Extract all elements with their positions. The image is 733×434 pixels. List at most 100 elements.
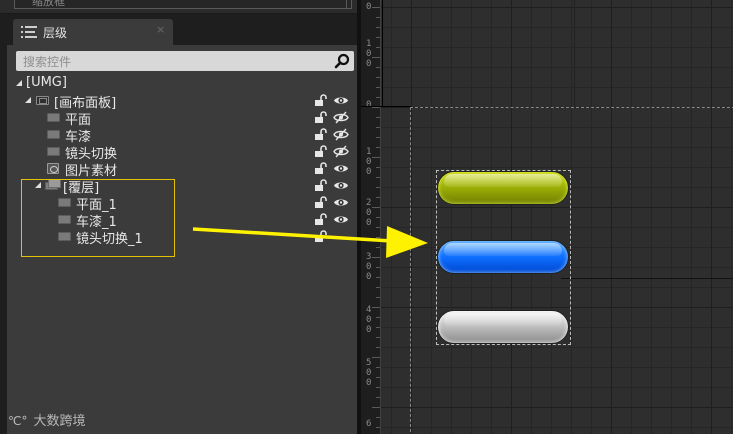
ruler-tick [376,117,380,118]
ruler-tick [376,177,380,178]
expand-arrow-icon[interactable] [25,97,31,103]
ruler-tick [376,37,380,38]
watermark-text: 大数跨境 [33,414,86,429]
visibility-eye-icon[interactable] [333,162,349,175]
tree-item-camera-switch-1[interactable]: 镜头切换_1 [7,228,357,247]
ruler-tick [376,367,380,368]
ruler-tick [376,127,380,128]
ruler-tick-label: 2 [366,198,372,208]
button-widget-icon [58,232,71,241]
preview-button-paint[interactable] [437,240,569,274]
ruler-tick [376,277,380,278]
ruler-tick [372,357,380,358]
lock-open-icon[interactable] [314,179,327,192]
ruler-tick-label: 0 [366,315,372,325]
canvas-bounds-top [410,107,733,108]
tree-item-canvas-panel[interactable]: [画布面板] [7,92,357,111]
ruler-tick [376,147,380,148]
expand-arrow-icon[interactable] [16,80,22,86]
tree-item-label: [UMG] [26,75,67,90]
ruler-tick [376,327,380,328]
ruler-tick [376,267,380,268]
visibility-eye-hidden-icon[interactable] [333,111,349,124]
ruler-tick [376,167,380,168]
search-widgets-input[interactable]: 搜索控件 [16,51,354,71]
preview-button-camera-switch[interactable] [437,310,569,344]
watermark-logo: ℃° [8,414,28,428]
tree-item-plane[interactable]: 平面 [7,109,357,128]
tree-item-paint[interactable]: 车漆 [7,126,357,145]
visibility-eye-icon[interactable] [333,179,349,192]
ruler-tick [376,247,380,248]
ruler-tick [376,347,380,348]
ruler-tick-label: 6 [366,419,372,429]
canvas-panel-icon [36,96,49,105]
button-widget-icon [47,113,60,122]
ruler-tick-label: 4 [366,305,372,315]
ruler-tick-label: 0 [366,262,372,272]
ruler-tick [376,47,380,48]
ruler-tick-label: 0 [366,272,372,282]
tree-item-plane-1[interactable]: 平面_1 [7,194,357,213]
search-icon[interactable] [334,53,350,69]
visibility-eye-icon[interactable] [333,196,349,209]
ruler-tick [376,387,380,388]
ruler-tick [372,7,380,8]
ruler-tick [376,27,380,28]
ruler-tick [376,217,380,218]
preview-button-plane[interactable] [437,171,569,205]
tree-item-camera-switch[interactable]: 镜头切换 [7,143,357,162]
tree-item-umg[interactable]: [UMG] [7,75,357,92]
lock-open-icon[interactable] [314,128,327,141]
button-widget-icon [58,198,71,207]
visibility-eye-icon[interactable] [333,94,349,107]
visibility-eye-icon[interactable] [333,213,349,226]
watermark: ℃° 大数跨境 [8,410,86,429]
ruler-tick [372,257,380,258]
ruler-tick-label: 0 [366,2,372,12]
origin-vertical-line [382,0,383,107]
expand-arrow-icon[interactable] [35,182,41,188]
canvas-bounds-left [410,107,411,434]
ruler-tick [372,107,380,108]
ruler-tick [376,77,380,78]
tab-close-icon[interactable]: × [156,23,165,36]
tab-hierarchy[interactable]: 层级 × [13,19,173,45]
ruler-tick [372,407,380,408]
ruler-tick-label: 0 [366,325,372,335]
lock-open-icon[interactable] [314,94,327,107]
ruler-tick-label: 0 [366,218,372,228]
search-placeholder: 搜索控件 [23,55,72,69]
previous-panel-border [346,0,347,9]
lock-open-icon[interactable] [314,213,327,226]
ruler-tick [376,377,380,378]
ruler-tick-label: 0 [366,368,372,378]
ruler-tick [376,337,380,338]
ruler-tick [376,417,380,418]
tree-item-overlay[interactable]: [覆层] [7,177,357,196]
visibility-eye-hidden-icon[interactable] [333,128,349,141]
ruler-tick [372,307,380,308]
ruler-tick-label: 5 [366,358,372,368]
lock-open-icon[interactable] [314,145,327,158]
lock-open-icon[interactable] [314,162,327,175]
ruler-tick [376,227,380,228]
button-widget-icon [47,130,60,139]
hierarchy-panel: 层级 × 搜索控件 [UMG] [画布面板] 平面 车漆 镜头切换 图片素材 [… [0,14,357,434]
tree-item-paint-1[interactable]: 车漆_1 [7,211,357,230]
designer-canvas[interactable]: 010001002003004005006 [361,0,733,434]
tree-item-image-asset[interactable]: 图片素材 [7,160,357,179]
lock-open-icon[interactable] [314,111,327,124]
ruler-tick [372,157,380,158]
ruler-tick-label: 0 [366,59,372,69]
ruler-tick-label: 3 [366,252,372,262]
previous-panel-label: 缩放框 [32,0,65,8]
button-widget-icon [58,215,71,224]
visibility-eye-hidden-icon[interactable] [333,145,349,158]
hierarchy-list-icon [21,26,37,38]
canvas-guide-line [561,278,733,279]
vertical-ruler: 010001002003004005006 [361,0,381,434]
hierarchy-body: 搜索控件 [UMG] [画布面板] 平面 车漆 镜头切换 图片素材 [覆层] 平… [7,45,357,434]
lock-open-icon[interactable] [314,230,327,243]
lock-open-icon[interactable] [314,196,327,209]
